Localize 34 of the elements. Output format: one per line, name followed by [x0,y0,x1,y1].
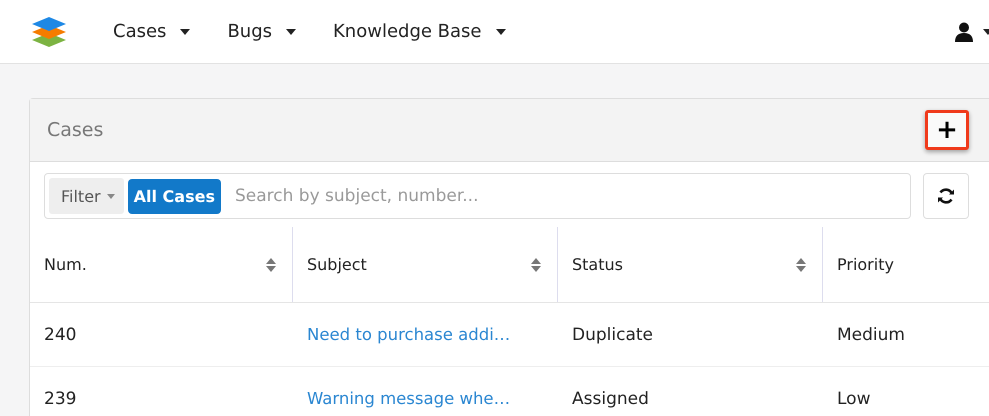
column-header[interactable]: Subject [293,227,558,302]
nav-menu[interactable]: Knowledge Base [333,21,506,42]
column-label: Priority [837,255,894,274]
column-header[interactable]: Status [558,227,823,302]
table-cell: 239 [44,388,76,408]
table-cell: Medium [837,324,905,344]
table-cell: Low [837,388,870,408]
sort-icon[interactable] [266,258,276,272]
sort-icon[interactable] [796,258,806,272]
filter-dropdown[interactable]: Filter [49,178,124,214]
add-button[interactable]: + [925,110,969,150]
caret-icon [496,28,506,34]
subject-link[interactable]: Warning message whe… [307,389,510,408]
table-cell: Duplicate [572,324,653,344]
column-header[interactable]: Num. [30,227,293,302]
table-cell: Assigned [572,388,649,408]
subject-link[interactable]: Need to purchase addi… [307,325,510,344]
search-field[interactable]: Filter All Cases Search by subject, number... [44,173,911,219]
panel-title: Cases [47,119,104,141]
sort-icon[interactable] [531,258,541,272]
column-label: Subject [307,255,367,274]
user-icon[interactable] [955,22,973,42]
table-cell: 240 [44,324,76,344]
nav-menu[interactable]: Bugs [227,21,296,42]
column-label: Status [572,255,623,274]
caret-icon [286,28,296,34]
filter-tag[interactable]: All Cases [128,178,221,214]
column-label: Num. [44,255,87,274]
caret-icon [106,194,115,198]
refresh-button[interactable] [923,173,969,219]
caret-icon [180,28,190,34]
nav-menu[interactable]: Cases [113,21,190,42]
column-header[interactable]: Priority [823,227,989,302]
refresh-icon [937,188,955,204]
